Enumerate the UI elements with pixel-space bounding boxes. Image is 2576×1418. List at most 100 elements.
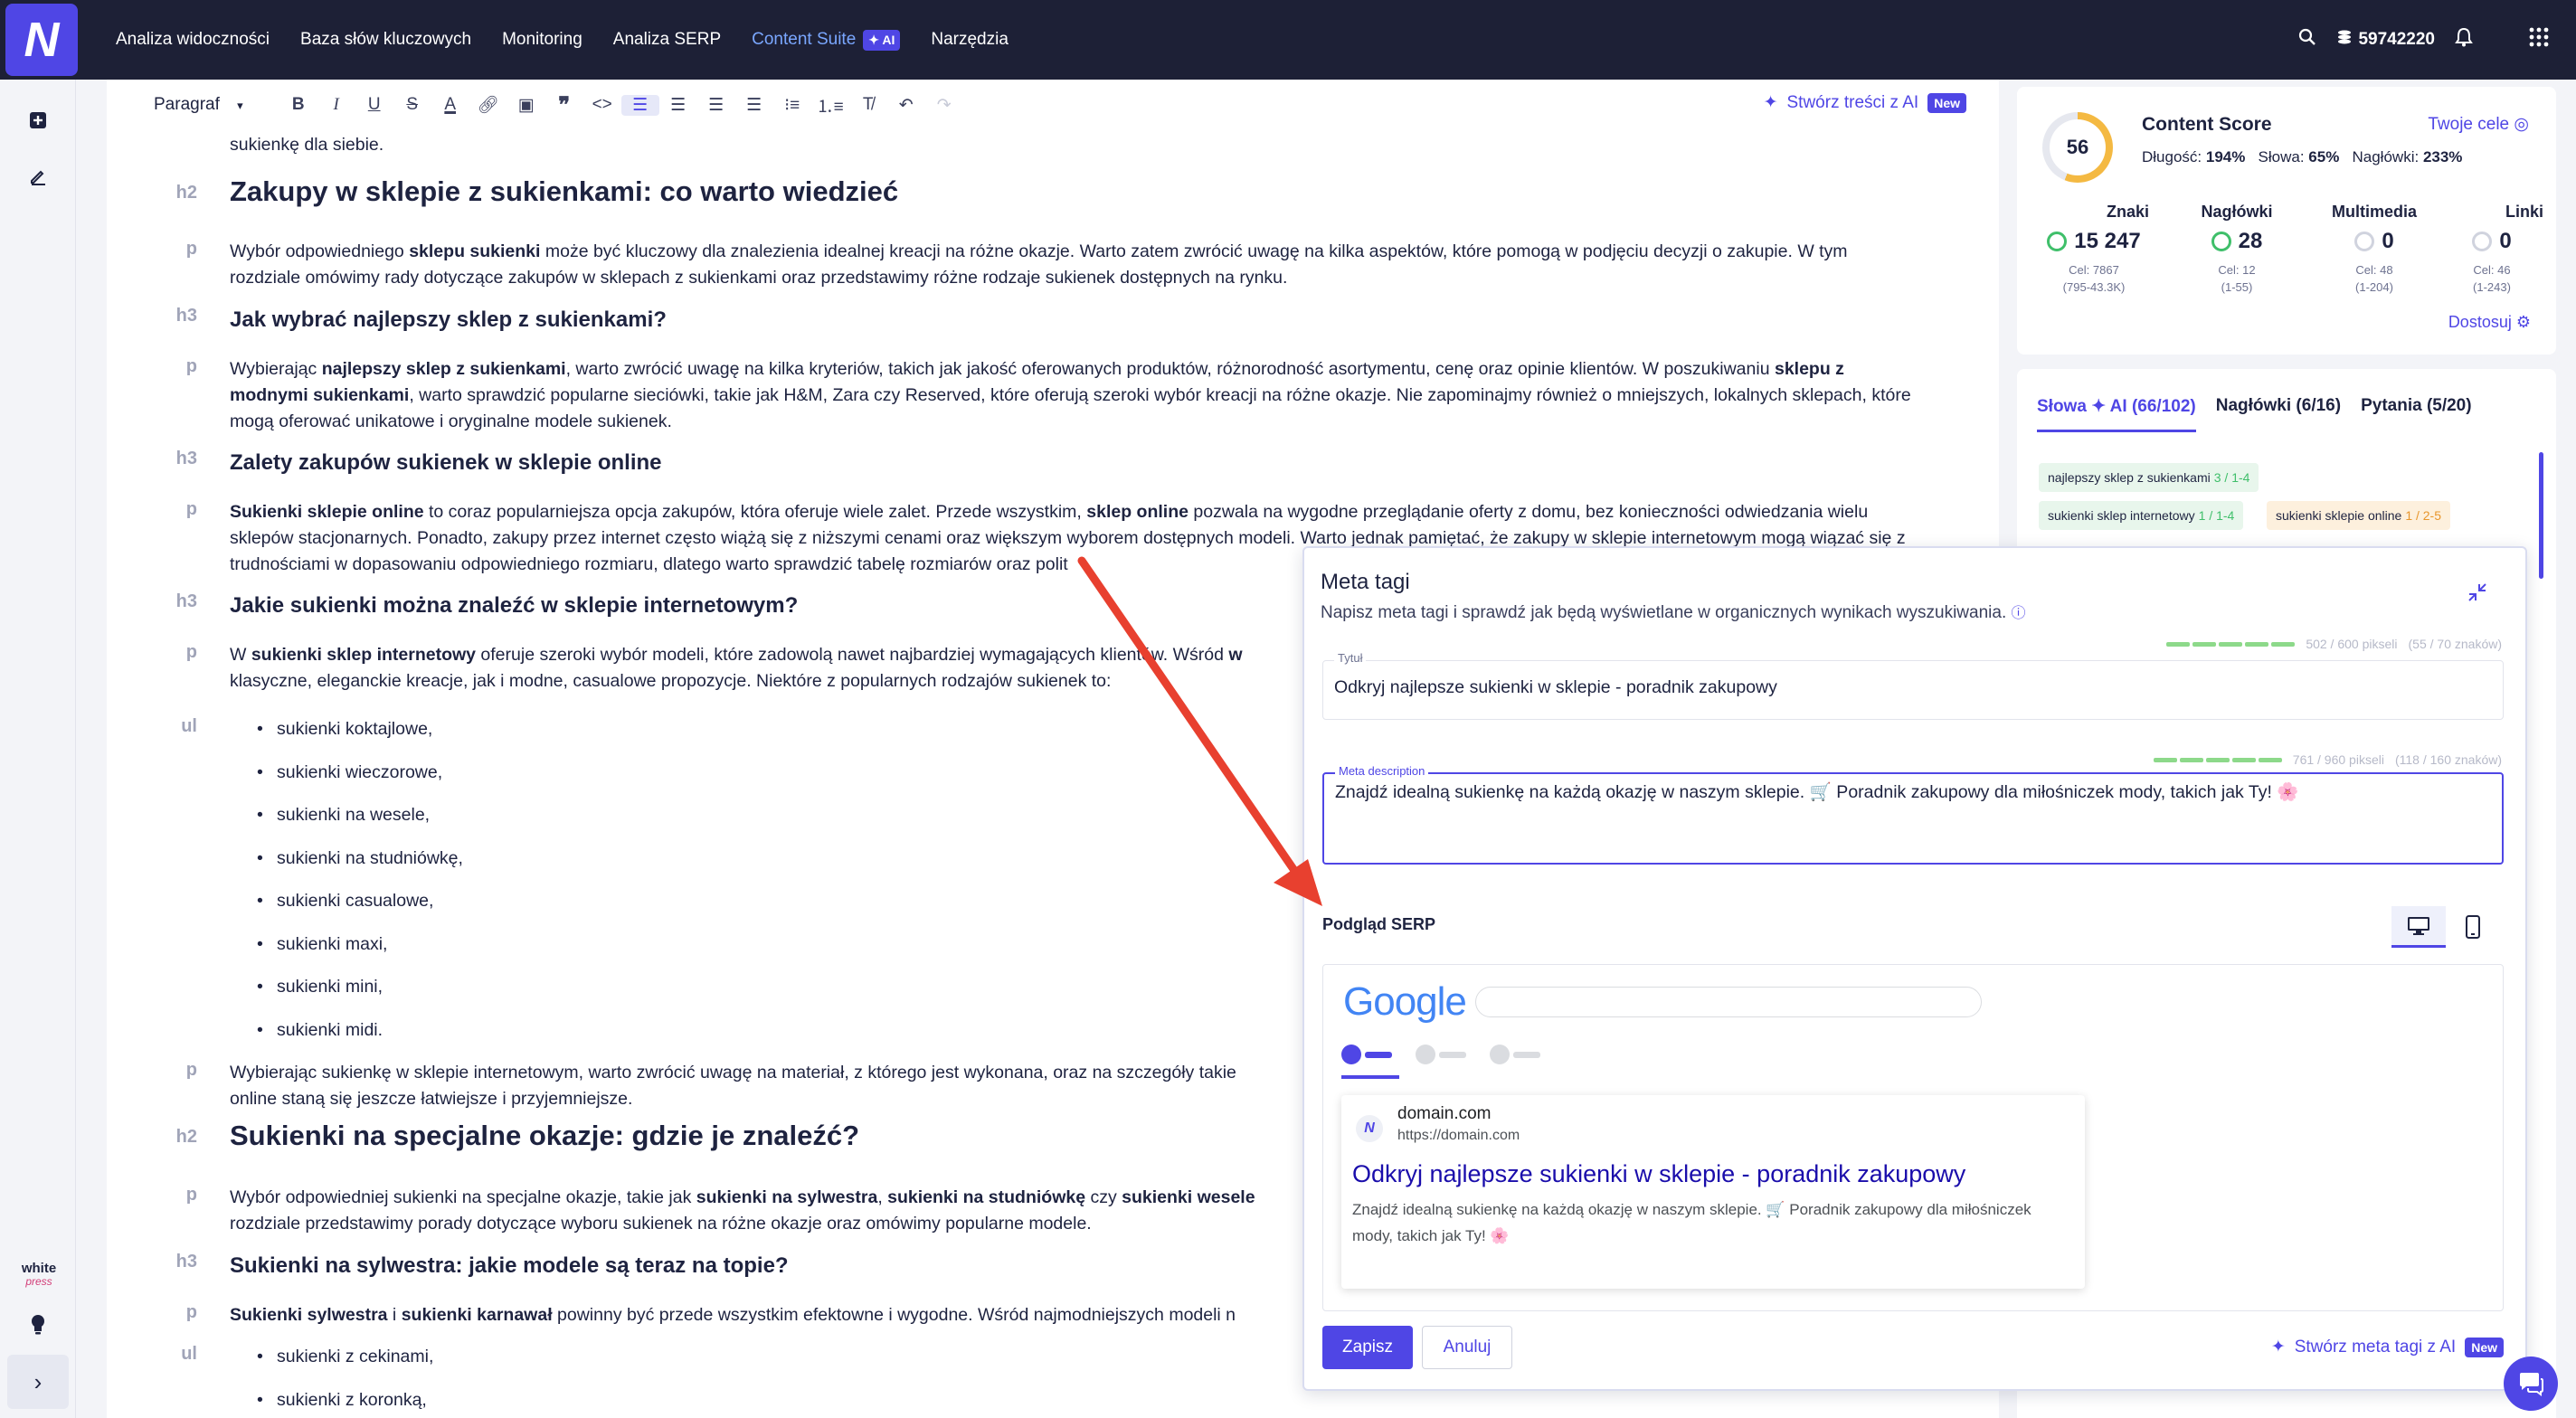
image-icon[interactable]: ▣ <box>507 95 545 116</box>
serp-preview: Google N domain.com https://domain.com O… <box>1322 964 2504 1311</box>
coins-icon <box>2336 29 2353 51</box>
save-button[interactable]: Zapisz <box>1322 1326 1413 1369</box>
credits-value: 59742220 <box>2358 30 2435 49</box>
editor-toolbar: Paragraf ▾ B I U S A 🔗︎ ▣ ❞ <> ☰ ☰ ☰ ☰ ⁝… <box>107 80 1999 130</box>
block-tag: h2 <box>175 1127 197 1147</box>
score-ring: 56 <box>2042 112 2113 183</box>
nav-keyword-database[interactable]: Baza słów kluczowych <box>300 30 471 50</box>
lightbulb-icon[interactable] <box>24 1311 52 1338</box>
score-percentages: Długość: 194% Słowa: 65% Nagłówki: 233% <box>2142 148 2463 165</box>
redo-icon[interactable]: ↷ <box>925 95 963 116</box>
result-description: Znajdź idealną sukienkę na każdą okazję … <box>1352 1201 2031 1244</box>
heading-h3: Jak wybrać najlepszy sklep z sukienkami? <box>230 307 667 332</box>
block-tag: ul <box>181 716 197 736</box>
paragraph: Wybierając najlepszy sklep z sukienkami,… <box>230 359 1911 431</box>
expand-sidebar-button[interactable]: › <box>7 1355 69 1409</box>
sparkle-icon: ✦ <box>2270 1338 2286 1357</box>
numbered-list-icon[interactable]: ⒈≡ <box>811 93 849 118</box>
align-justify-icon[interactable]: ☰ <box>735 95 773 116</box>
block-tag: p <box>185 1060 197 1080</box>
chevron-down-icon: ▾ <box>237 99 243 112</box>
bell-icon[interactable] <box>2455 27 2473 52</box>
align-left-icon[interactable]: ☰ <box>620 94 659 116</box>
block-tag: h2 <box>175 183 197 203</box>
serp-result: N domain.com https://domain.com Odkryj n… <box>1341 1095 2085 1289</box>
strikethrough-icon[interactable]: S <box>393 95 431 115</box>
desktop-icon[interactable] <box>2391 906 2446 948</box>
block-tag: p <box>185 239 197 259</box>
scrollbar[interactable] <box>2539 452 2543 579</box>
status-circle-icon <box>2472 232 2493 251</box>
meta-title-field[interactable]: Tytuł Odkryj najlepsze sukienki w sklepi… <box>1322 651 2504 720</box>
meta-tags-panel: Meta tagi Napisz meta tagi i sprawdź jak… <box>1302 546 2527 1391</box>
tab-words[interactable]: Słowa ✦ AI (66/102) <box>2037 396 2196 432</box>
link-icon[interactable]: 🔗︎ <box>469 94 507 116</box>
meta-description-label: Meta description <box>1335 764 1429 778</box>
keyword-chip[interactable]: sukienki sklep internetowy 1 / 1-4 <box>2039 501 2244 530</box>
cancel-button[interactable]: Anuluj <box>1422 1326 1512 1369</box>
paragraph: sukienkę dla siebie. <box>230 135 384 155</box>
keyword-chip[interactable]: najlepszy sklep z sukienkami 3 / 1-4 <box>2039 463 2259 492</box>
text-color-icon[interactable]: A <box>431 95 469 115</box>
nav-content-suite-label: Content Suite <box>752 30 857 49</box>
result-domain: domain.com <box>1397 1104 1492 1123</box>
nav-tools[interactable]: Narzędzia <box>931 30 1009 50</box>
block-tag: p <box>185 356 197 376</box>
nav-content-suite[interactable]: Content Suite ✦ AI <box>752 29 901 51</box>
google-logo-text: Google <box>1343 979 1467 1024</box>
collapse-icon[interactable] <box>2467 582 2487 608</box>
nav-visibility-analysis[interactable]: Analiza widoczności <box>116 30 270 50</box>
nav-monitoring[interactable]: Monitoring <box>502 30 582 50</box>
paragraph-style-select[interactable]: Paragraf ▾ <box>154 95 243 115</box>
app-logo[interactable]: N <box>5 4 78 76</box>
gear-icon: ⚙ <box>2515 313 2531 331</box>
block-tag: h3 <box>175 306 197 326</box>
favicon-icon: N <box>1356 1115 1383 1142</box>
status-circle-icon <box>2047 232 2068 251</box>
code-icon[interactable]: <> <box>583 95 621 115</box>
whitepress-logo: white press <box>16 1262 62 1288</box>
device-toggle <box>2391 906 2500 948</box>
edit-icon[interactable] <box>24 163 52 190</box>
clear-format-icon[interactable]: T̸ <box>849 95 887 115</box>
undo-icon[interactable]: ↶ <box>887 95 925 116</box>
tab-headings[interactable]: Nagłówki (6/16) <box>2216 396 2341 432</box>
customize-link[interactable]: Dostosuj ⚙ <box>2448 313 2531 332</box>
block-tag: h3 <box>175 591 197 611</box>
align-right-icon[interactable]: ☰ <box>697 95 735 116</box>
tab-questions[interactable]: Pytania (5/20) <box>2361 396 2472 432</box>
create-meta-ai-label: Stwórz meta tagi z AI <box>2294 1337 2457 1357</box>
google-logo: Google <box>1343 979 1467 1025</box>
bold-icon[interactable]: B <box>279 95 317 115</box>
create-meta-ai-button[interactable]: ✦ Stwórz meta tagi z AI New <box>2271 1337 2504 1357</box>
status-circle-icon <box>2354 232 2375 251</box>
create-content-ai-button[interactable]: ✦ Stwórz treści z AI New <box>1764 92 1966 113</box>
nav-serp-analysis[interactable]: Analiza SERP <box>613 30 721 50</box>
italic-icon[interactable]: I <box>317 95 355 115</box>
chat-icon[interactable] <box>2504 1357 2558 1411</box>
metric-links: Linki 0 Cel: 46 (1-243) <box>2472 203 2543 294</box>
whitepress-logo-top: white <box>21 1261 57 1276</box>
top-right-actions: 59742220 <box>2298 0 2549 80</box>
apps-grid-icon[interactable] <box>2529 27 2549 52</box>
content-score-card: 56 Content Score Twoje cele ◎ Długość: 1… <box>2017 87 2556 354</box>
align-center-icon[interactable]: ☰ <box>659 95 697 116</box>
sparkle-icon: ✦ <box>1763 93 1778 112</box>
paragraph-style-value: Paragraf <box>154 95 220 114</box>
credits-counter[interactable]: 59742220 <box>2336 29 2435 51</box>
add-document-icon[interactable] <box>24 107 52 134</box>
mobile-icon[interactable] <box>2446 906 2500 948</box>
meta-description-field[interactable]: Meta description Znajdź idealną sukienkę… <box>1322 764 2504 865</box>
bullet-list-icon[interactable]: ⁝≡ <box>773 95 811 116</box>
google-tab-underline <box>1341 1075 1399 1079</box>
your-goals-link[interactable]: Twoje cele ◎ <box>2428 114 2529 135</box>
score-value: 56 <box>2050 119 2106 175</box>
serp-preview-label: Podgląd SERP <box>1322 915 1436 933</box>
help-icon[interactable]: ⓘ <box>2012 606 2026 621</box>
keyword-chip[interactable]: sukienki sklepie online 1 / 2-5 <box>2267 501 2451 530</box>
google-tabs <box>1341 1045 1540 1064</box>
search-icon[interactable] <box>2298 28 2316 52</box>
underline-icon[interactable]: U <box>355 95 393 115</box>
meta-title-label: Tytuł <box>1334 651 1367 665</box>
quote-icon[interactable]: ❞ <box>545 92 583 118</box>
